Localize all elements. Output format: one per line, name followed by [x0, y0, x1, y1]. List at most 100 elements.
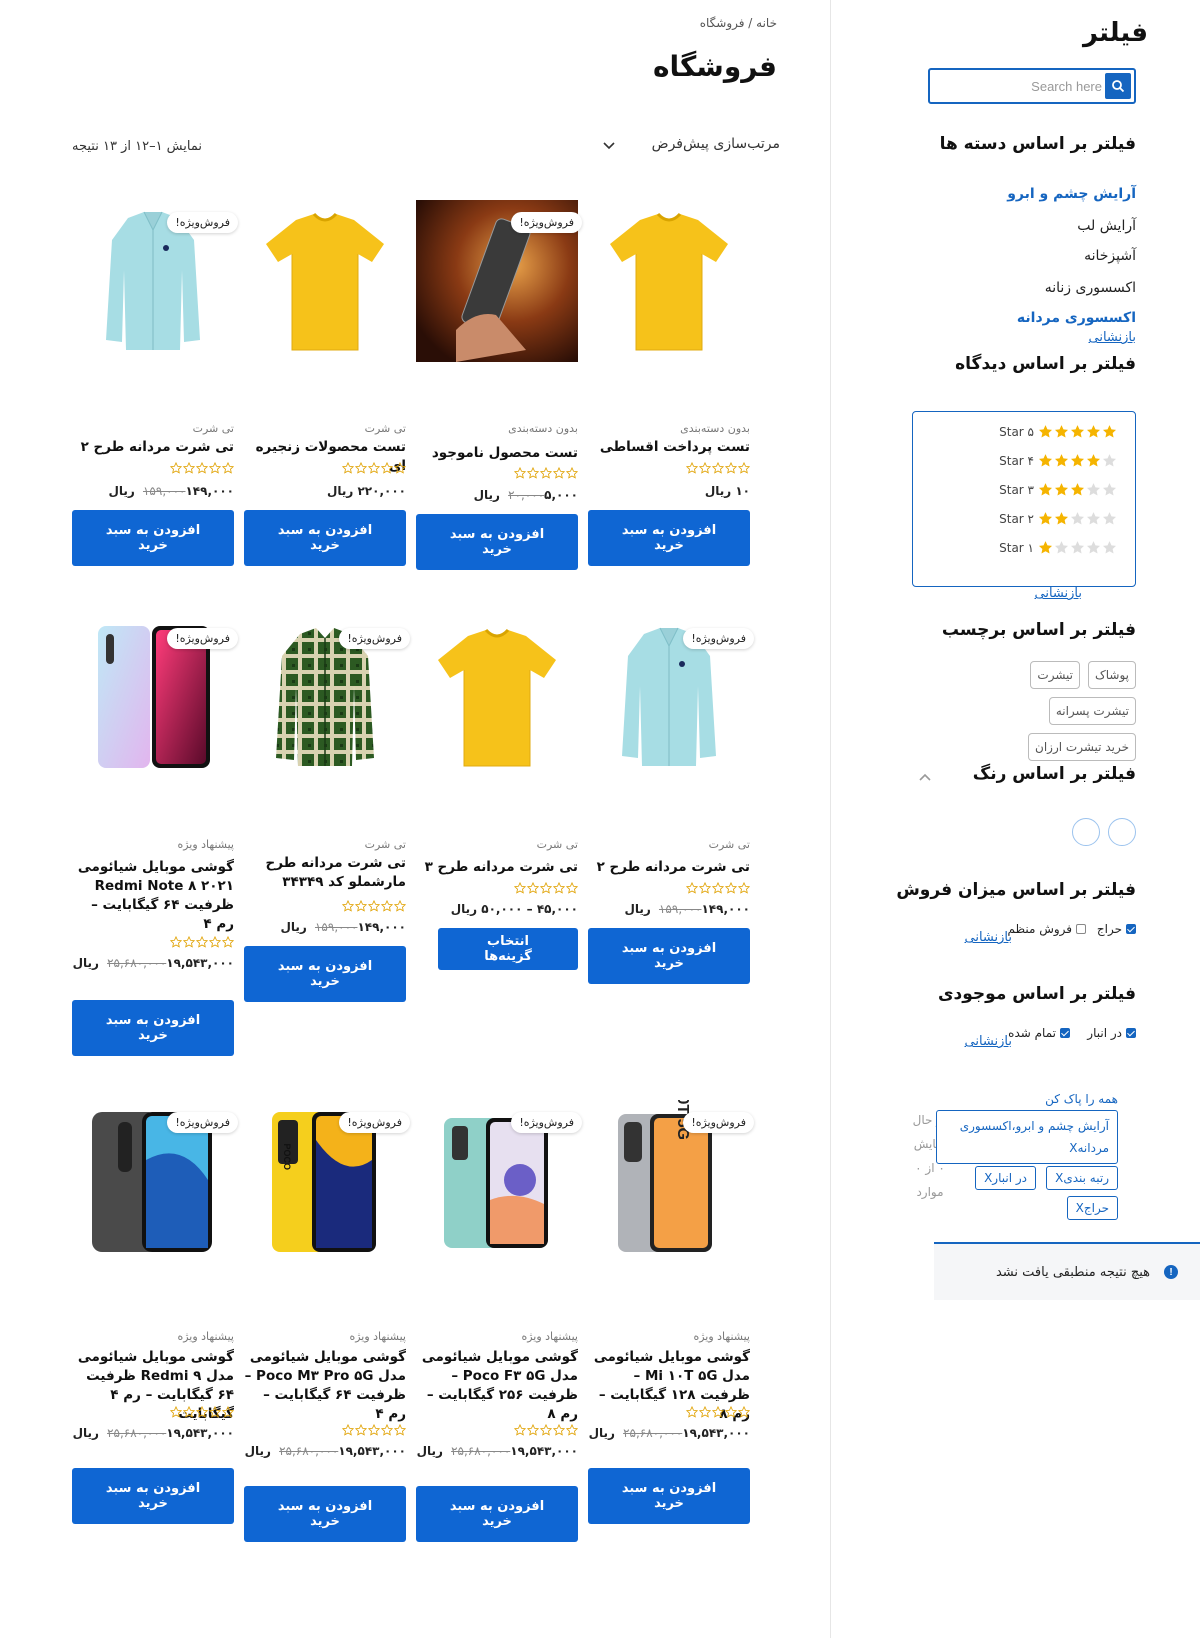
product-price: ۲۵,۶۸۰,۰۰۰۱۹,۵۴۳,۰۰۰ ریال — [73, 954, 234, 972]
active-filter-chip[interactable]: در انبارX — [975, 1166, 1036, 1190]
product-card[interactable]: تی شرت تی شرت مردانه طرح ۳ ۴۵,۰۰۰ – ۵۰,۰۰۰… — [416, 616, 578, 988]
active-filter-chip[interactable]: رتبه بندیX — [1046, 1166, 1118, 1190]
product-name[interactable]: تی شرت مردانه طرح ۲ — [588, 858, 750, 877]
product-card[interactable]: فروش‌ویژه! تی شرت تی شرت مردانه طرح ۲ ۱۵۹,۰… — [588, 616, 754, 988]
product-name[interactable]: گوشی موبایل شیائومی مدل Poco F۳ ۵G – ظرف… — [416, 1348, 578, 1424]
product-category[interactable]: پیشنهاد ویژه — [177, 838, 234, 851]
rating-filter-option[interactable]: Star ۳ — [999, 482, 1117, 497]
filter-checkbox[interactable]: تمام شده — [1008, 1026, 1070, 1040]
filter-checkbox[interactable]: حراج — [1097, 922, 1136, 936]
filter-checkbox[interactable]: فروش منظم — [1008, 922, 1086, 936]
product-card[interactable]: فروش‌ویژه! پیشنهاد ویژه گوشی موبایل شیائوم… — [72, 616, 238, 1060]
sort-select[interactable]: مرتب‌سازی پیش‌فرض — [603, 136, 780, 152]
product-name[interactable]: تی شرت مردانه طرح ۳ — [416, 858, 578, 877]
category-filter-item[interactable]: آرایش چشم و ابرو — [1007, 186, 1136, 202]
product-category[interactable]: تی شرت — [193, 422, 234, 435]
rating-label: Star ۵ — [999, 424, 1034, 439]
product-category[interactable]: تی شرت — [709, 838, 750, 851]
product-name[interactable]: تست پرداخت اقساطی — [588, 438, 750, 457]
product-card[interactable]: فروش‌ویژه! تی شرت تی شرت مردانه طرح ۲ ۱۵۹,۰… — [72, 200, 238, 570]
product-image[interactable] — [416, 616, 578, 778]
product-category[interactable]: بدون دسته‌بندی — [680, 422, 750, 435]
product-name[interactable]: تست محصول ناموجود — [416, 444, 578, 463]
product-name[interactable]: تی شرت مردانه طرح ۲ — [72, 438, 234, 457]
tag-chip[interactable]: تیشرت — [1030, 661, 1080, 689]
product-category[interactable]: تی شرت — [365, 838, 406, 851]
rating-filter-option[interactable]: Star ۵ — [999, 424, 1117, 439]
product-category[interactable]: پیشنهاد ویژه — [349, 1330, 406, 1343]
add-to-cart-button[interactable]: افزودن به سبد خرید — [244, 946, 406, 1002]
checkbox[interactable] — [1060, 1028, 1070, 1038]
star-icon — [1038, 540, 1117, 555]
tag-chip[interactable]: پوشاک — [1088, 661, 1136, 689]
product-category[interactable]: تی شرت — [537, 838, 578, 851]
product-card[interactable]: Mi 10T 5Gفروش‌ویژه!پیشنهاد ویژهگوشی موبا… — [588, 1100, 754, 1528]
product-card[interactable]: تی شرت تست محصولات زنجیره ای ۲۲۰,۰۰۰ ریال ا… — [244, 200, 406, 570]
sale-badge: فروش‌ویژه! — [339, 1112, 410, 1133]
add-to-cart-button[interactable]: افزودن به سبد خرید — [72, 1000, 234, 1056]
rating-label: Star ۴ — [999, 453, 1034, 468]
rating-filter-option[interactable]: Star ۲ — [999, 511, 1117, 526]
filter-checkbox[interactable]: در انبار — [1087, 1026, 1136, 1040]
add-to-cart-button[interactable]: افزودن به سبد خرید — [588, 510, 750, 566]
old-price: ۲۵,۶۸۰,۰۰۰ — [623, 1426, 683, 1440]
product-price: ۱۵۹,۰۰۰۱۴۹,۰۰۰ ریال — [108, 482, 234, 500]
product-card[interactable]: فروش‌ویژه! تی شرت تی شرت مردانه طرح مارشمل… — [244, 616, 410, 1006]
product-card[interactable]: فروش‌ویژه! پیشنهاد ویژه گوشی موبایل شیائوم… — [416, 1100, 582, 1546]
add-to-cart-button[interactable]: افزودن به سبد خرید — [244, 1486, 406, 1542]
reset-categories-link[interactable]: بازنشانی — [1089, 330, 1137, 345]
product-category[interactable]: پیشنهاد ویژه — [693, 1330, 750, 1343]
product-card[interactable]: POCO فروش‌ویژه! پیشنهاد ویژه گوشی موبایل شی… — [244, 1100, 410, 1546]
clear-all-link[interactable]: همه را پاک کن — [1045, 1092, 1118, 1106]
rating-filter-option[interactable]: Star ۴ — [999, 453, 1117, 468]
tag-chip[interactable]: تیشرت پسرانه — [1048, 697, 1136, 725]
product-category[interactable]: پیشنهاد ویژه — [521, 1330, 578, 1343]
active-filter-chip[interactable]: حراجX — [1066, 1196, 1118, 1220]
rating-filter-option[interactable]: Star ۱ — [999, 540, 1117, 555]
add-to-cart-button[interactable]: افزودن به سبد خرید — [588, 1468, 750, 1524]
add-to-cart-button[interactable]: افزودن به سبد خرید — [244, 510, 406, 566]
add-to-cart-button[interactable]: افزودن به سبد خرید — [416, 1486, 578, 1542]
product-card[interactable]: بدون دسته‌بندی تست پرداخت اقساطی ۱۰ ریال اف… — [588, 200, 750, 570]
active-filter-chip[interactable]: آرایش چشم و ابرو،اکسسوری مردانهX — [936, 1110, 1118, 1164]
ratings-filter-title: فیلتر بر اساس دیدگاه — [955, 354, 1136, 374]
add-to-cart-button[interactable]: افزودن به سبد خرید — [588, 928, 750, 984]
category-filter-item[interactable]: اکسسوری مردانه — [1017, 310, 1136, 326]
product-category[interactable]: بدون دسته‌بندی — [508, 422, 578, 435]
select-options-button[interactable]: انتخاب گزینه‌ها — [438, 928, 578, 970]
add-to-cart-button[interactable]: افزودن به سبد خرید — [416, 514, 578, 570]
product-card[interactable]: فروش‌ویژه! بدون دسته‌بندی تست محصول ناموجو… — [416, 200, 582, 574]
old-price: ۲۰,۰۰۰ — [508, 488, 545, 502]
tag-chip[interactable]: خرید تیشرت ارزان — [1028, 733, 1136, 761]
checkbox[interactable] — [1126, 924, 1136, 934]
search-input[interactable] — [934, 74, 1102, 98]
page-title: فروشگاه — [652, 50, 777, 83]
add-to-cart-button[interactable]: افزودن به سبد خرید — [72, 1468, 234, 1524]
search-button[interactable] — [1105, 73, 1131, 99]
product-category[interactable]: تی شرت — [365, 422, 406, 435]
reset-ratings-link[interactable]: بازنشانی — [1035, 586, 1083, 601]
product-name[interactable]: گوشی موبایل شیائومی مدل Poco M۳ Pro ۵G –… — [244, 1348, 406, 1424]
product-name[interactable]: گوشی موبایل شیائومی Redmi Note ۸ ۲۰۲۱ ظر… — [72, 858, 234, 934]
checkbox[interactable] — [1076, 924, 1086, 934]
product-card[interactable]: فروش‌ویژه! پیشنهاد ویژه گوشی موبایل شیائوم… — [72, 1100, 238, 1528]
reset-sale-link[interactable]: بازنشانی — [965, 930, 1013, 945]
no-result-text: هیچ نتیجه منطبقی یافت نشد — [995, 1264, 1150, 1280]
reset-stock-link[interactable]: بازنشانی — [965, 1034, 1013, 1049]
category-filter-item[interactable]: آشپزخانه — [1084, 248, 1136, 264]
product-image[interactable] — [588, 200, 750, 362]
product-category[interactable]: پیشنهاد ویژه — [177, 1330, 234, 1343]
category-filter-item[interactable]: اکسسوری زنانه — [1045, 280, 1136, 296]
product-name[interactable]: تی شرت مردانه طرح مارشملو کد ۳۴۳۴۹ — [244, 854, 406, 892]
chevron-up-icon[interactable] — [918, 772, 932, 782]
color-swatch[interactable] — [1072, 818, 1100, 846]
product-rating — [342, 1424, 406, 1436]
add-to-cart-button[interactable]: افزودن به سبد خرید — [72, 510, 234, 566]
old-price: ۱۵۹,۰۰۰ — [658, 902, 702, 916]
category-filter-item[interactable]: آرایش لب — [1077, 218, 1136, 234]
color-swatch[interactable] — [1108, 818, 1136, 846]
breadcrumb[interactable]: خانه / فروشگاه — [700, 16, 777, 30]
star-icon — [1038, 453, 1117, 468]
checkbox[interactable] — [1126, 1028, 1136, 1038]
product-image[interactable] — [244, 200, 406, 362]
